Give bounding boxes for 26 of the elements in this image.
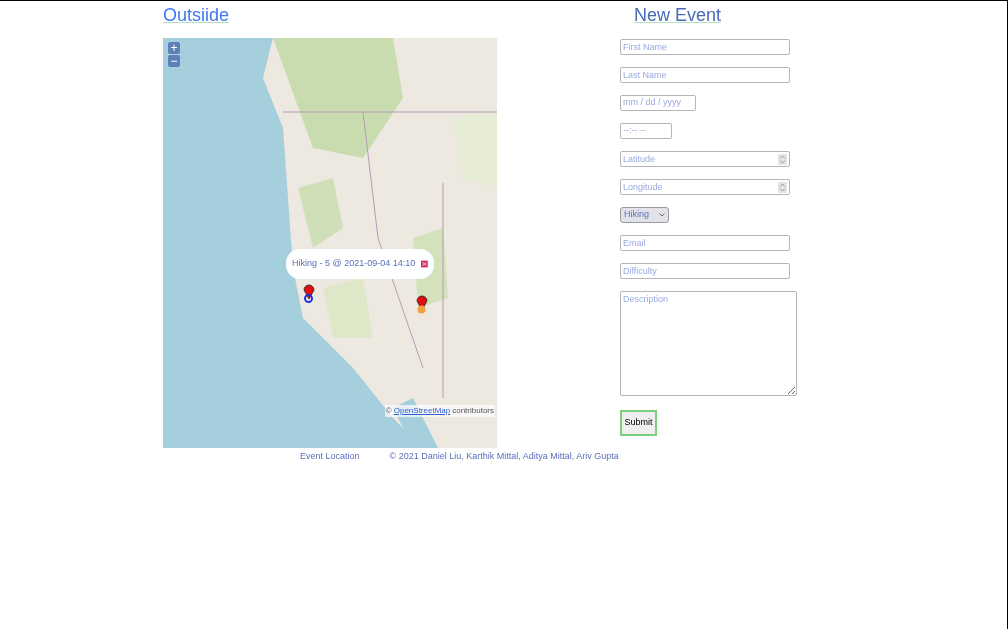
osm-link[interactable]: OpenStreetMap [393, 405, 451, 417]
text-field[interactable]: Email [620, 235, 790, 251]
chevron-icon [659, 213, 665, 217]
marker-icon[interactable] [304, 294, 313, 303]
number-field[interactable]: Latitude [620, 151, 790, 167]
number-field[interactable]: Longitude [620, 179, 790, 195]
marker-icon[interactable] [303, 284, 315, 300]
popup-text: Hiking - 5 @ 2021-09-04 14:10 [292, 257, 416, 271]
attribution-text: © [385, 405, 392, 417]
map-caption: Event Location [300, 450, 360, 463]
date-field[interactable]: mm / dd / yyyy [620, 95, 696, 111]
description-field[interactable]: Description [620, 291, 797, 396]
form-title: New Event [634, 5, 722, 25]
attribution-text: contributors [452, 405, 494, 417]
text-field[interactable]: Difficulty [620, 263, 790, 279]
site-title-link[interactable]: Outsiide [163, 5, 230, 25]
zoom-out-button[interactable]: − [168, 55, 180, 67]
close-icon[interactable] [421, 260, 428, 268]
copyright-text: © 2021 Daniel Liu, Karthik Mittal, Aditya Mittal, Ariv Gupta [389, 450, 619, 463]
marker-icon[interactable] [417, 305, 426, 314]
zoom-in-button[interactable]: + [168, 42, 180, 54]
text-field[interactable]: First Name [620, 39, 790, 55]
text-field[interactable]: Last Name [620, 67, 790, 83]
time-field[interactable]: --:-- -- [620, 123, 672, 139]
activity-select[interactable]: Hiking [620, 207, 669, 223]
submit-button[interactable]: Submit [620, 410, 657, 436]
